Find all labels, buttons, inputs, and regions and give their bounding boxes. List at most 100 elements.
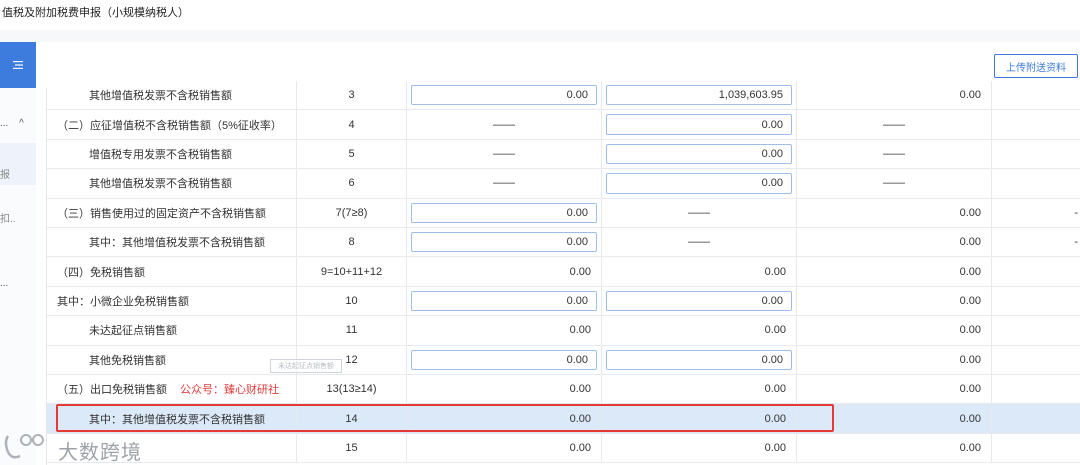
row-label: 增值税专用发票不含税销售额 [47, 139, 297, 169]
amount-col-4 [992, 140, 1080, 168]
amount-col-2: —— [602, 198, 797, 227]
amount-col-1: 0.00 [407, 257, 602, 286]
line-number: 9=10+11+12 [297, 257, 407, 286]
amount-col-3: 0.00 [797, 257, 992, 286]
amount-col-4: - [1074, 236, 1078, 249]
table-row[interactable]: 其他增值税发票不含税销售额 3 0.00 1,039,603.95 0.00 [47, 81, 1080, 111]
amount-col-2[interactable]: 0.00 [602, 169, 797, 198]
upload-attachments-button[interactable]: 上传附送资料 [994, 54, 1078, 78]
amount-col-3: 0.00 [797, 345, 992, 374]
amount-col-4 [992, 81, 1080, 109]
line-number: 11 [297, 316, 407, 345]
table-row[interactable]: （二）应征增值税不含税销售额（5%征收率） 4 —— 0.00 —— [47, 110, 1080, 140]
amount-col-1-input[interactable]: 0.00 [411, 349, 597, 370]
table-row[interactable]: 未达起征点销售额 11 0.00 0.00 0.00 [47, 316, 1080, 346]
line-number: 15 [297, 433, 407, 463]
line-number: 4 [297, 110, 407, 139]
menu-toggle-button[interactable] [0, 42, 36, 88]
amount-col-4 [992, 404, 1080, 432]
amount-col-3: —— [797, 169, 992, 198]
amount-col-2-input[interactable]: 0.00 [606, 349, 792, 370]
left-sidebar [0, 42, 36, 465]
amount-col-3: 0.00 [797, 286, 992, 316]
header-divider [0, 30, 1080, 42]
amount-col-4 [992, 375, 1080, 403]
table-row[interactable]: 15 0.00 0.00 0.00 [47, 433, 1080, 464]
amount-col-1: —— [407, 169, 602, 198]
amount-col-4 [992, 346, 1080, 374]
amount-col-2: 0.00 [602, 433, 797, 463]
watermark-logo-icon [2, 432, 52, 465]
amount-col-2: 0.00 [602, 375, 797, 404]
amount-col-2[interactable]: 1,039,603.95 [602, 81, 797, 110]
sidebar-item-label: ... [0, 118, 9, 129]
highlight-box [56, 404, 834, 432]
amount-col-1[interactable]: 0.00 [407, 286, 602, 316]
chevron-up-icon: ^ [19, 118, 24, 129]
amount-col-2[interactable]: 0.00 [602, 345, 797, 374]
amount-col-1[interactable]: 0.00 [407, 345, 602, 374]
table-row[interactable]: （四）免税销售额 9=10+11+12 0.00 0.00 0.00 [47, 257, 1080, 287]
amount-col-1: —— [407, 110, 602, 139]
table-row[interactable]: 其他增值税发票不含税销售额 6 —— 0.00 —— [47, 169, 1080, 199]
sidebar-item-3[interactable]: 扣.. [0, 210, 16, 225]
amount-col-3: —— [797, 110, 992, 139]
annotation-note: 公众号：臻心财研社 [180, 384, 279, 396]
table-row[interactable]: 增值税专用发票不含税销售额 5 —— 0.00 —— [47, 139, 1080, 170]
amount-col-2-input[interactable]: 1,039,603.95 [606, 85, 792, 106]
amount-col-2-input[interactable]: 0.00 [606, 114, 792, 135]
amount-col-4 [992, 110, 1080, 138]
amount-col-3: 0.00 [797, 433, 992, 463]
table-row[interactable]: （三）销售使用过的固定资产不含税销售额 7(7≥8) 0.00 —— 0.00- [47, 198, 1080, 228]
amount-col-2: —— [602, 228, 797, 257]
row-label: 未达起征点销售额 [47, 316, 297, 345]
amount-col-2-input[interactable]: 0.00 [606, 290, 792, 312]
amount-col-2[interactable]: 0.00 [602, 286, 797, 316]
row-label: 其他增值税发票不含税销售额 [47, 81, 297, 110]
amount-col-3: 0.00 [797, 316, 992, 345]
amount-col-2-input[interactable]: 0.00 [606, 143, 792, 165]
row-label: 其中：其他增值税发票不含税销售额 [47, 228, 297, 257]
title-bar: 值税及附加税费申报（小规模纳税人） [0, 0, 1080, 30]
amount-col-4 [992, 257, 1080, 285]
amount-col-2[interactable]: 0.00 [602, 110, 797, 139]
line-number: 3 [297, 81, 407, 110]
sidebar-item-2[interactable]: 报 [0, 166, 10, 181]
hover-tooltip: 未达起征点销售额 [270, 359, 342, 373]
table-row[interactable]: 其中：小微企业免税销售额 10 0.00 0.00 0.00 [47, 286, 1080, 317]
sidebar-item-label: 扣.. [0, 214, 16, 225]
table-row[interactable]: 其中：其他增值税发票不含税销售额 8 0.00 —— 0.00- [47, 228, 1080, 258]
sidebar-item-1[interactable]: ... ^ [0, 118, 24, 129]
line-number: 8 [297, 228, 407, 257]
line-number: 13(13≥14) [297, 375, 407, 404]
amount-col-1-input[interactable]: 0.00 [411, 290, 597, 312]
sidebar-item-label: 报 [0, 170, 10, 181]
table-row[interactable]: 其他免税销售额 12 0.00 0.00 0.00 [47, 345, 1080, 375]
amount-col-1-input[interactable]: 0.00 [411, 85, 597, 106]
amount-col-2[interactable]: 0.00 [602, 139, 797, 169]
row-label: （四）免税销售额 [47, 257, 297, 286]
amount-col-1: 0.00 [407, 375, 602, 404]
amount-col-2: 0.00 [602, 316, 797, 345]
amount-col-1: 0.00 [407, 433, 602, 463]
amount-col-3: 0.00 [797, 198, 992, 227]
amount-col-1[interactable]: 0.00 [407, 198, 602, 227]
amount-col-3: 0.00 [797, 81, 992, 110]
window-title: 值税及附加税费申报（小规模纳税人） [2, 7, 189, 19]
amount-col-3: 0.00 [797, 228, 992, 257]
amount-col-4 [992, 316, 1080, 344]
line-number: 10 [297, 286, 407, 316]
amount-col-1[interactable]: 0.00 [407, 228, 602, 257]
line-number: 6 [297, 169, 407, 198]
sidebar-item-4[interactable]: ... [0, 278, 8, 289]
menu-icon [13, 61, 23, 69]
amount-col-1-input[interactable]: 0.00 [411, 232, 597, 253]
amount-col-2-input[interactable]: 0.00 [606, 173, 792, 194]
amount-col-1-input[interactable]: 0.00 [411, 202, 597, 223]
amount-col-1[interactable]: 0.00 [407, 81, 602, 110]
row-label: （二）应征增值税不含税销售额（5%征收率） [47, 110, 297, 139]
amount-col-4 [992, 287, 1080, 315]
amount-col-2: 0.00 [602, 257, 797, 286]
row-label: 其他免税销售额 [47, 345, 297, 374]
amount-col-4: - [1074, 206, 1078, 219]
